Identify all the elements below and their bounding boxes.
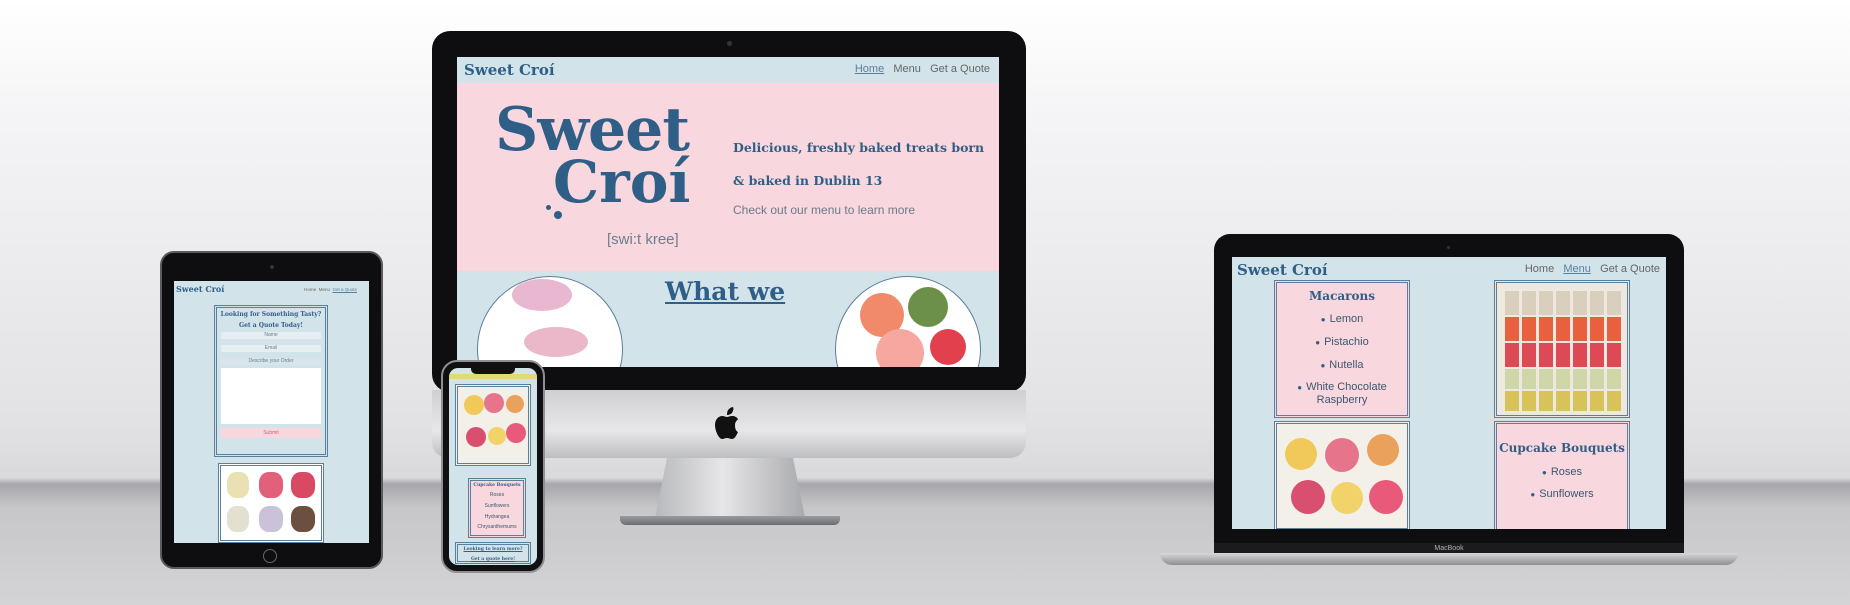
macarons-card: Macarons Lemon Pistachio Nutella White C… <box>1274 280 1410 418</box>
menu-item: Roses <box>489 492 505 498</box>
nav-links: Home Menu Get a Quote <box>304 287 357 292</box>
nav-quote-link[interactable]: Get a Quote <box>332 287 357 292</box>
menu-item: Nutella <box>1277 359 1407 371</box>
menu-item: Hydrangea <box>484 514 510 520</box>
macaron-box-image <box>218 463 324 543</box>
cupcake-title: Cupcake Bouquets <box>1499 441 1625 455</box>
nav-home-link[interactable]: Home <box>855 63 884 75</box>
macaron-image <box>477 276 623 367</box>
nav-menu-link[interactable]: Menu <box>1563 263 1591 275</box>
macbook-base <box>1160 553 1738 565</box>
name-input[interactable]: Name <box>221 332 321 339</box>
menu-item: Sunflowers <box>1497 488 1627 500</box>
menu-item: Chrysanthemums <box>477 524 517 530</box>
email-input[interactable]: Email <box>221 345 321 352</box>
form-heading: Looking for Something Tasty? <box>220 311 322 318</box>
apple-logo-icon <box>714 406 744 447</box>
form-subheading: Get a Quote Today! <box>238 322 304 329</box>
macaron-grid-image <box>1494 280 1630 418</box>
cupcake-image <box>455 384 531 466</box>
nav-home-link[interactable]: Home <box>1525 263 1554 275</box>
order-textarea[interactable] <box>221 368 321 424</box>
brand-logo[interactable]: Sweet Croí <box>1237 261 1328 279</box>
what-we-heading: What we <box>665 277 786 306</box>
brand-logo[interactable]: Sweet Croí <box>464 61 555 79</box>
menu-item: Roses <box>1497 466 1627 478</box>
submit-button[interactable]: Submit <box>221 428 321 438</box>
nav-quote-link[interactable]: Get a Quote <box>1600 263 1660 275</box>
crumb-dot-icon <box>546 205 551 210</box>
hero-tagline: Delicious, freshly baked treats born & b… <box>733 140 985 188</box>
brand-logo[interactable]: Sweet Croí <box>176 284 224 294</box>
menu-item: White Chocolate Raspberry <box>1277 381 1407 406</box>
nav-links: Home Menu Get a Quote <box>1525 263 1660 275</box>
ipad-screen: Sweet Croí Home Menu Get a Quote Looking… <box>174 281 369 543</box>
hero-section: Sweet Croí [swi:t kree] Delicious, fresh… <box>457 83 999 271</box>
imac-stand <box>655 458 805 518</box>
nav-home-link[interactable]: Home <box>304 287 316 292</box>
nav-menu-link[interactable]: Menu <box>319 287 330 292</box>
menu-item: Lemon <box>1277 313 1407 325</box>
ipad-camera <box>270 265 274 269</box>
cupcake-box-image <box>1274 421 1410 529</box>
status-bar <box>449 374 537 379</box>
learn-more-text: Looking to learn more? <box>463 547 523 552</box>
hero-cta-text: Check out our menu to learn more <box>733 203 916 217</box>
imac-foot <box>620 516 840 525</box>
crumb-dot-icon <box>554 211 562 219</box>
hero-logo-line2: Croí <box>553 148 691 216</box>
quote-cta-box: Looking to learn more? Get a quote here! <box>455 542 531 564</box>
cupcake-title: Cupcake Bouquets <box>473 483 521 488</box>
navbar: Sweet Croí Home Menu Get a Quote <box>457 57 999 83</box>
imac-camera <box>727 41 732 46</box>
cupcake-image <box>835 276 981 367</box>
macbook-camera <box>1447 246 1450 249</box>
nav-quote-link[interactable]: Get a Quote <box>930 63 990 75</box>
nav-links: Home Menu Get a Quote <box>855 63 990 75</box>
get-quote-link[interactable]: Get a quote here! <box>458 557 528 562</box>
ipad-home-button[interactable] <box>263 549 277 563</box>
iphone-screen: Cupcake Bouquets Roses Sunflowers Hydran… <box>449 368 537 565</box>
menu-item: Pistachio <box>1277 336 1407 348</box>
order-label: Describe your Order <box>221 358 321 365</box>
imac-screen: Sweet Croí Home Menu Get a Quote Sweet C… <box>457 57 999 367</box>
quote-form: Looking for Something Tasty? Get a Quote… <box>214 305 328 457</box>
menu-item: Sunflowers <box>484 503 510 509</box>
cupcake-card: Cupcake Bouquets Roses Sunflowers Hydran… <box>468 478 526 538</box>
nav-menu-link[interactable]: Menu <box>893 63 921 75</box>
macbook-screen: Sweet Croí Home Menu Get a Quote Macaron… <box>1232 257 1666 529</box>
cupcake-card: Cupcake Bouquets Roses Sunflowers <box>1494 421 1630 529</box>
macarons-title: Macarons <box>1309 289 1375 303</box>
hero-pronunciation: [swi:t kree] <box>607 231 679 248</box>
